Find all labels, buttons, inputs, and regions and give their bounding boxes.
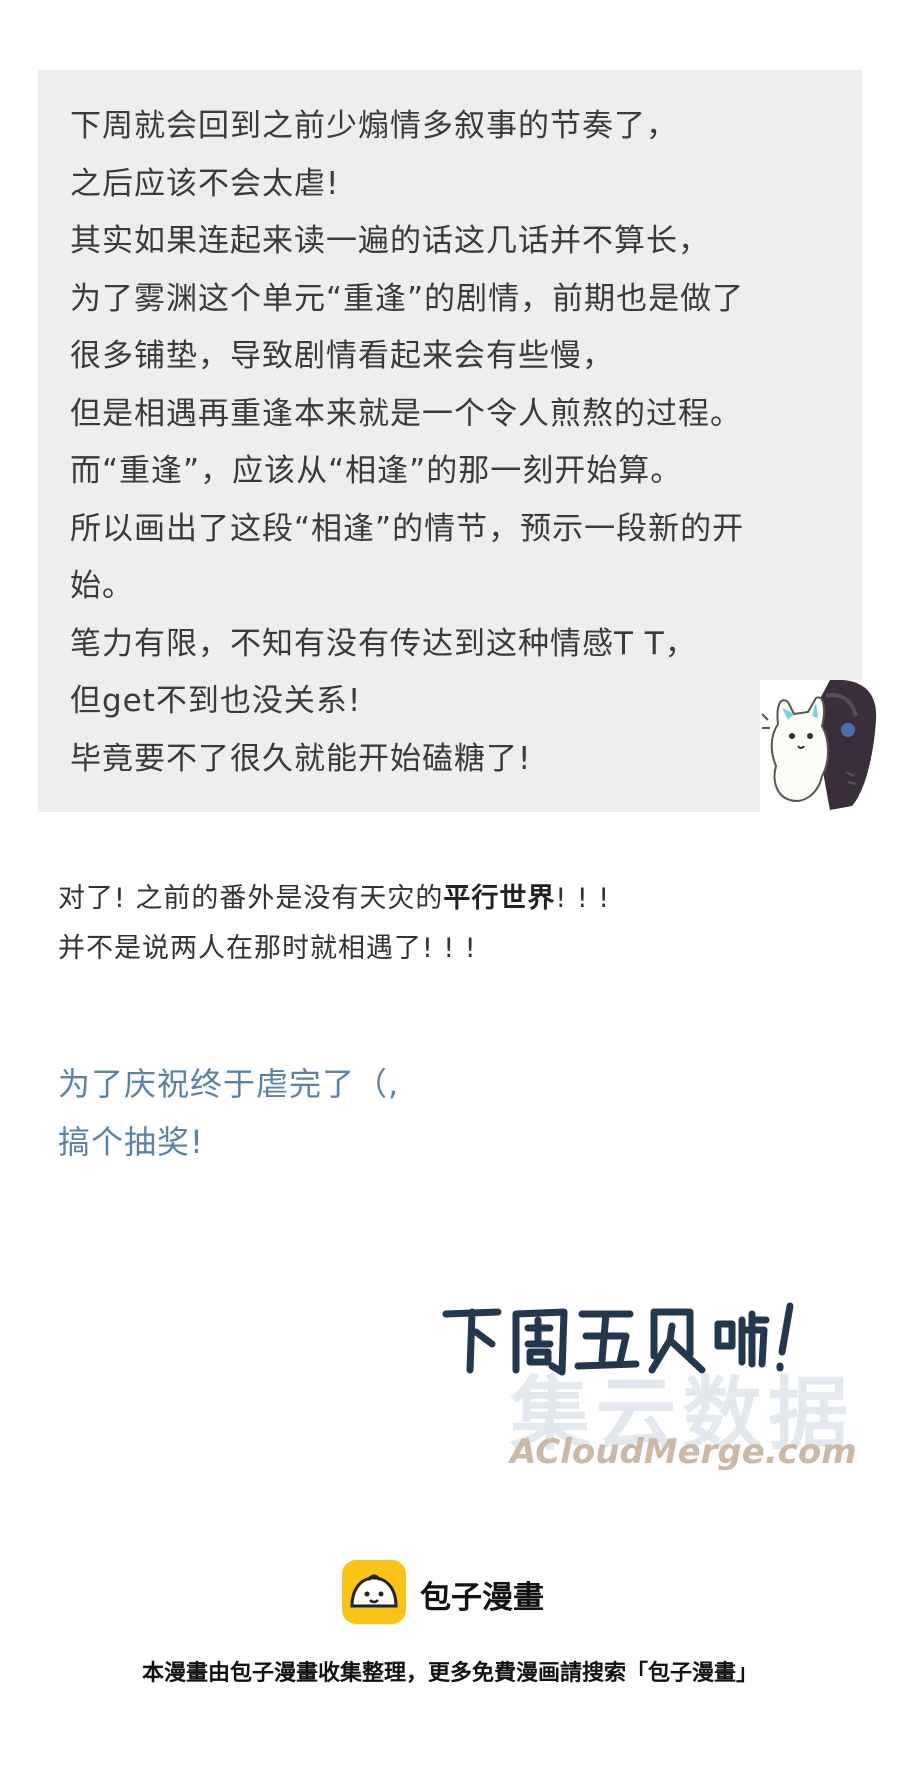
cat-sticker-drawing [761, 679, 877, 810]
notice-line: 对了! 之前的番外是没有天灾的平行世界! ! ! [58, 874, 610, 924]
note-line: 下周就会回到之前少煽情多叙事的节奏了， [70, 108, 678, 144]
notice-text: ! ! ! [555, 883, 611, 914]
baozi-logo-icon [342, 1560, 406, 1624]
note-line: 很多铺垫，导致剧情看起来会有些慢， [70, 338, 614, 374]
note-line: 之后应该不会太虐! [70, 165, 340, 202]
note-line: 笔力有限，不知有没有传达到这种情感T T， [70, 625, 697, 662]
note-line: 始。 [70, 568, 134, 604]
parallel-world-emphasis: 平行世界 [443, 883, 556, 914]
lottery-line: 搞个抽奖! [58, 1123, 204, 1161]
brand-name: 包子漫畫 [420, 1580, 544, 1616]
note-line: 其实如果连起来读一遍的话这几话并不算长， [70, 223, 710, 259]
cat-sticker-icon [760, 679, 878, 812]
note-line: 但是相遇再重逢本来就是一个令人煎熬的过程。 [70, 395, 742, 432]
watermark-en: ACloudMerge.com [510, 1432, 857, 1472]
footer-note: 本漫畫由包子漫畫收集整理，更多免費漫画請搜索「包子漫畫」 [141, 1661, 758, 1686]
lottery-section: 为了庆祝终于虐完了（, 搞个抽奖! [58, 1055, 399, 1171]
watermark: 集云数据 ACloudMerge.com [500, 1350, 890, 1472]
notice-section: 对了! 之前的番外是没有天灾的平行世界! ! ! 并不是说两人在那时就相遇了! … [58, 874, 610, 974]
notice-line: 并不是说两人在那时就相遇了! ! ! [58, 933, 477, 964]
notice-text: 对了! 之前的番外是没有天灾的 [58, 883, 444, 914]
baozi-logo-drawing [342, 1560, 406, 1624]
author-note-box: 下周就会回到之前少煽情多叙事的节奏了， 之后应该不会太虐! 其实如果连起来读一遍… [38, 70, 862, 812]
note-line: 而“重逢”，应该从“相逢”的那一刻开始算。 [70, 453, 683, 489]
note-line: 为了雾渊这个单元“重逢”的剧情，前期也是做了 [70, 280, 745, 317]
note-line: 所以画出了这段“相逢”的情节，预示一段新的开 [70, 510, 745, 547]
note-line: 但get不到也没关系! [70, 683, 362, 719]
note-line: 毕竟要不了很久就能开始磕糖了! [70, 740, 532, 777]
lottery-line: 为了庆祝终于虐完了（, [58, 1065, 400, 1103]
